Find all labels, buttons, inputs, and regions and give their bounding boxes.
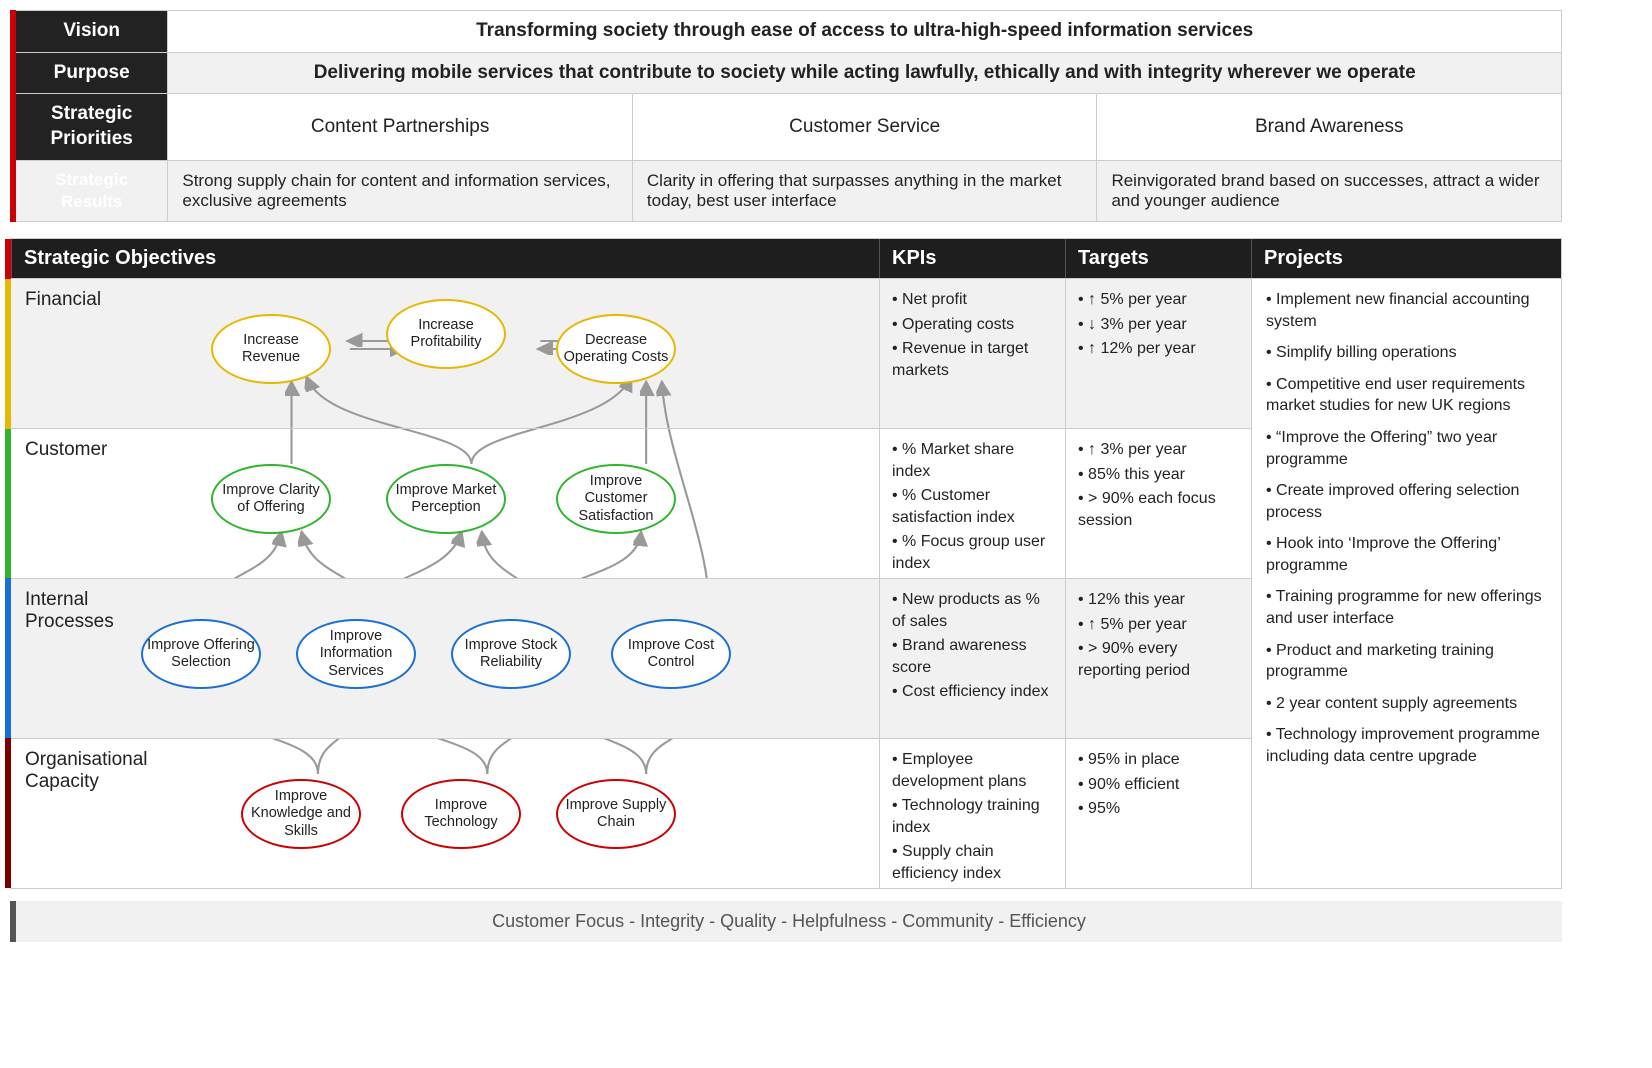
project-item: Simplify billing operations [1266,342,1547,364]
kpis-org: Employee development plans Technology tr… [879,738,1065,888]
target-item: ↑ 12% per year [1078,338,1239,360]
priority-2: Customer Service [632,94,1097,160]
target-item: > 90% each focus session [1078,488,1239,531]
priority-3: Brand Awareness [1097,94,1562,160]
target-item: 95% [1078,798,1239,820]
targets-internal: 12% this year ↑ 5% per year > 90% every … [1065,578,1251,738]
kpi-item: Employee development plans [892,749,1053,792]
vision-text: Transforming society through ease of acc… [168,11,1562,53]
project-item: Competitive end user requirements market… [1266,374,1547,417]
values-bar: Customer Focus - Integrity - Quality - H… [10,901,1562,942]
so-financial-area: Financial [11,278,879,428]
result-3: Reinvigorated brand based on successes, … [1097,160,1562,221]
kpi-item: Brand awareness score [892,635,1053,678]
kpis-internal: New products as % of sales Brand awarene… [879,578,1065,738]
node-improve-stock-reliability: Improve Stock Reliability [451,619,571,689]
target-item: 95% in place [1078,749,1239,771]
kpi-item: Supply chain efficiency index [892,841,1053,884]
targets-customer: ↑ 3% per year 85% this year > 90% each f… [1065,428,1251,578]
target-item: 90% efficient [1078,774,1239,796]
project-item: Technology improvement programme includi… [1266,724,1547,767]
node-improve-technology: Improve Technology [401,779,521,849]
purpose-text: Delivering mobile services that contribu… [168,52,1562,94]
project-item: “Improve the Offering” two year programm… [1266,427,1547,470]
kpi-item: Technology training index [892,795,1053,838]
priorities-label: Strategic Priorities [13,94,168,160]
node-improve-cost-control: Improve Cost Control [611,619,731,689]
priority-1: Content Partnerships [168,94,633,160]
target-item: 85% this year [1078,464,1239,486]
target-item: 12% this year [1078,589,1239,611]
targets-financial: ↑ 5% per year ↓ 3% per year ↑ 12% per ye… [1065,278,1251,428]
node-improve-knowledge-skills: Improve Knowledge and Skills [241,779,361,849]
kpi-item: % Customer satisfaction index [892,485,1053,528]
kpi-item: Net profit [892,289,1053,311]
purpose-label: Purpose [13,52,168,94]
node-decrease-operating-costs: Decrease Operating Costs [556,314,676,384]
results-label: Strategic Results [13,160,168,221]
result-2: Clarity in offering that surpasses anyth… [632,160,1097,221]
project-item: Create improved offering selection proce… [1266,480,1547,523]
header-targets: Targets [1065,239,1251,278]
kpi-item: % Market share index [892,439,1053,482]
node-improve-supply-chain: Improve Supply Chain [556,779,676,849]
perspective-label-org: Organisational Capacity [25,749,165,793]
project-item: Hook into ‘Improve the Offering’ program… [1266,533,1547,576]
kpi-item: % Focus group user index [892,531,1053,574]
kpi-item: New products as % of sales [892,589,1053,632]
top-summary-table: Vision Transforming society through ease… [10,10,1562,222]
result-1: Strong supply chain for content and info… [168,160,633,221]
perspective-label-internal: Internal Processes [25,589,135,633]
target-item: ↑ 5% per year [1078,289,1239,311]
header-projects: Projects [1251,239,1561,278]
project-item: 2 year content supply agreements [1266,693,1547,715]
kpi-item: Operating costs [892,314,1053,336]
node-increase-profitability: Increase Profitability [386,299,506,369]
kpi-item: Cost efficiency index [892,681,1053,703]
strategy-map: Strategic Objectives KPIs Targets Projec… [10,238,1562,889]
node-improve-customer-satisfaction: Improve Customer Satisfaction [556,464,676,534]
vision-label: Vision [13,11,168,53]
header-strategic-objectives: Strategic Objectives [11,239,879,278]
target-item: ↑ 3% per year [1078,439,1239,461]
kpis-customer: % Market share index % Customer satisfac… [879,428,1065,578]
node-improve-information-services: Improve Information Services [296,619,416,689]
projects-list: Implement new financial accounting syste… [1251,278,1561,888]
node-improve-clarity-offering: Improve Clarity of Offering [211,464,331,534]
project-item: Implement new financial accounting syste… [1266,289,1547,332]
node-increase-revenue: Increase Revenue [211,314,331,384]
target-item: ↓ 3% per year [1078,314,1239,336]
targets-org: 95% in place 90% efficient 95% [1065,738,1251,888]
kpis-financial: Net profit Operating costs Revenue in ta… [879,278,1065,428]
target-item: ↑ 5% per year [1078,614,1239,636]
kpi-item: Revenue in target markets [892,338,1053,381]
perspective-label-customer: Customer [25,439,107,461]
project-item: Product and marketing training programme [1266,640,1547,683]
header-kpis: KPIs [879,239,1065,278]
target-item: > 90% every reporting period [1078,638,1239,681]
node-improve-offering-selection: Improve Offering Selection [141,619,261,689]
project-item: Training programme for new offerings and… [1266,586,1547,629]
node-improve-market-perception: Improve Market Perception [386,464,506,534]
